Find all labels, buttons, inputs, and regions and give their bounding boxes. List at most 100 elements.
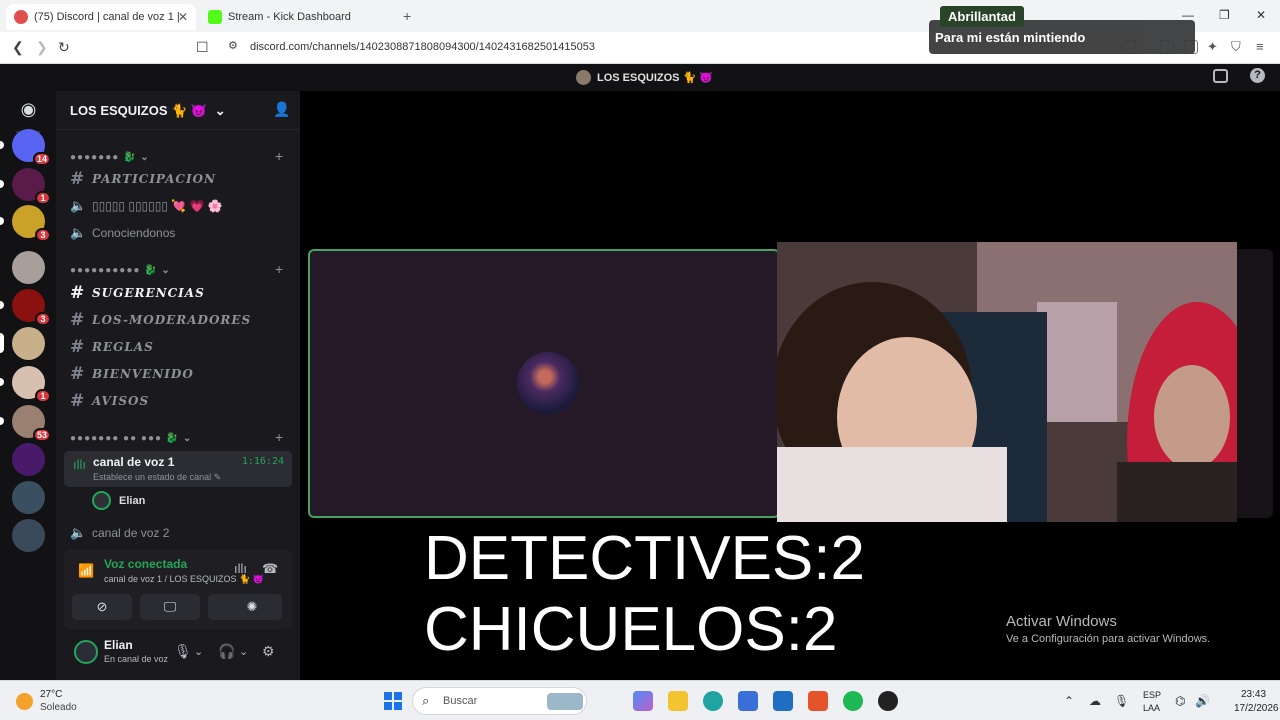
brave-icon[interactable] — [808, 691, 828, 711]
back-icon[interactable]: ❮ — [12, 39, 24, 56]
user-name[interactable]: Elian — [104, 638, 133, 652]
microphone-icon[interactable]: 🎙 — [174, 643, 192, 660]
server-icon-4[interactable] — [12, 251, 45, 284]
channel-avisos[interactable]: # AVISOS — [70, 390, 149, 412]
channel-los-moderadores[interactable]: # LOS-MODERADORES — [70, 309, 251, 331]
channel-label: SUGERENCIAS — [92, 286, 205, 300]
participant-tile-edge — [1237, 249, 1273, 518]
inbox-icon[interactable] — [1213, 69, 1228, 83]
guild-name: LOS ESQUIZOS 🐈 😈 — [70, 103, 208, 118]
chat-notification: Abrillantad Para mi están mintiendo — [929, 6, 1195, 54]
weather-temperature[interactable]: 27°C — [40, 689, 62, 700]
voice-user-entry[interactable]: Elian — [92, 491, 145, 510]
participant-tile[interactable] — [308, 249, 780, 518]
obs-icon[interactable] — [878, 691, 898, 711]
server-icon-2[interactable]: 1 — [0, 168, 51, 205]
server-icon-7[interactable]: 1 — [0, 366, 51, 403]
file-explorer-icon[interactable] — [668, 691, 688, 711]
guild-name-header[interactable]: LOS ESQUIZOS 🐈 😈 ⌄ — [70, 103, 226, 119]
channel-label: PARTICIPACION — [92, 172, 216, 186]
webcam-feed-image — [777, 242, 1237, 522]
volume-icon[interactable]: 🔊 — [1195, 694, 1210, 708]
channel-participacion[interactable]: # PARTICIPACION — [70, 168, 216, 190]
speaker-icon: 🔈 — [70, 225, 87, 240]
screen-share-button[interactable]: 🖵 — [140, 594, 200, 620]
add-channel-icon[interactable]: + — [275, 429, 283, 445]
disconnect-icon[interactable]: ☎ — [262, 561, 278, 577]
channel-sugerencias[interactable]: # SUGERENCIAS — [70, 282, 205, 304]
network-status-icon[interactable]: ☁ — [1089, 694, 1101, 708]
language-indicator[interactable]: ESP — [1143, 690, 1161, 700]
hash-icon: # — [70, 310, 86, 330]
voice-channel-timer: 1:16:24 — [241, 456, 284, 467]
microphone-tray-icon[interactable]: 🎙 — [1114, 694, 1129, 708]
wifi-icon[interactable]: ⌬ — [1175, 694, 1185, 708]
unread-pip — [0, 417, 4, 425]
category-header[interactable]: ●●●●●●● ●● ●●● 🐉 ⌄ — [70, 433, 192, 444]
sun-icon[interactable] — [16, 693, 33, 710]
forward-icon[interactable]: ❯ — [36, 39, 48, 56]
channel-citas[interactable]: 🔈 ▯▯▯▯▯ ▯▯▯▯▯▯ 💘 💗 🌸 — [70, 195, 223, 217]
hash-icon: # — [70, 283, 86, 303]
close-window-icon[interactable]: ✕ — [1256, 8, 1266, 22]
reload-icon[interactable]: ↻ — [58, 39, 70, 56]
category-header[interactable]: ●●●●●●● 🐉 ⌄ — [70, 152, 150, 163]
noise-suppression-icon[interactable]: ıllı — [234, 561, 247, 576]
edge-icon[interactable] — [703, 691, 723, 711]
channel-bienvenido[interactable]: # BIENVENIDO — [70, 363, 194, 385]
gear-icon[interactable]: ⚙ — [262, 643, 275, 660]
copilot-icon[interactable] — [633, 691, 653, 711]
ai-icon[interactable]: ✦ — [1207, 39, 1218, 55]
server-icon-9[interactable] — [12, 443, 45, 476]
taskbar-search[interactable]: ⌕ Buscar — [412, 687, 587, 715]
headphones-icon[interactable]: 🎧 — [218, 643, 235, 660]
server-icon-10[interactable] — [12, 481, 45, 514]
chevron-up-icon[interactable]: ⌃ — [1064, 694, 1074, 708]
camera-off-button[interactable]: ⊘ — [72, 594, 132, 620]
camera-tile[interactable] — [777, 242, 1237, 522]
server-icon-5[interactable]: 3 — [0, 289, 51, 326]
invite-icon[interactable]: 👤 — [273, 101, 290, 118]
home-discord-icon[interactable]: ◉ — [12, 93, 45, 126]
add-channel-icon[interactable]: + — [275, 261, 283, 277]
maximize-icon[interactable]: ❐ — [1219, 8, 1230, 22]
clock-time[interactable]: 23:43 — [1241, 689, 1266, 700]
taskbar: 27°C Soleado ⌕ Buscar ⌃ ☁ 🎙 ESP LAA ⌬ 🔊 … — [0, 680, 1280, 720]
server-icon-8[interactable]: 53 — [0, 405, 51, 442]
chevron-down-icon[interactable]: ⌄ — [194, 645, 203, 658]
participant-avatar — [517, 352, 579, 414]
channel-status-prompt[interactable]: Establece un estado de canal ✎ — [93, 472, 221, 483]
start-tile — [384, 692, 392, 700]
store-icon[interactable] — [738, 691, 758, 711]
help-icon[interactable]: ? — [1250, 68, 1265, 83]
start-button[interactable] — [384, 692, 402, 710]
soundboard-icon[interactable]: ✺ — [222, 594, 282, 620]
mention-badge: 3 — [35, 312, 51, 326]
channel-label: BIENVENIDO — [92, 367, 194, 381]
server-icon-1[interactable]: 14 — [0, 129, 51, 166]
tab-kick[interactable]: Stream - Kick Dashboard — [200, 4, 390, 30]
add-channel-icon[interactable]: + — [275, 148, 283, 164]
new-tab-icon[interactable]: + — [403, 8, 411, 24]
channel-conociendonos[interactable]: 🔈 Conociendonos — [70, 222, 175, 244]
channel-reglas[interactable]: # REGLAS — [70, 336, 154, 358]
server-icon-3[interactable]: 3 — [0, 205, 51, 242]
outlook-icon[interactable] — [773, 691, 793, 711]
voice-channel-active[interactable]: ıllı canal de voz 1 1:16:24 Establece un… — [64, 451, 292, 487]
close-icon[interactable]: ✕ — [178, 10, 188, 24]
menu-icon[interactable]: ≡ — [1256, 39, 1264, 54]
kick-favicon-icon — [208, 10, 222, 24]
shield-icon[interactable]: ⛉ — [1231, 39, 1241, 55]
site-settings-icon[interactable]: ⚙ — [228, 39, 238, 52]
server-icon-11[interactable] — [12, 519, 45, 552]
url-field[interactable]: discord.com/channels/1402308871808094300… — [250, 41, 595, 53]
channel-label: AVISOS — [92, 394, 150, 408]
tab-discord[interactable]: (75) Discord | canal de voz 1 | ✕ — [6, 4, 196, 30]
chevron-down-icon[interactable]: ⌄ — [239, 645, 248, 658]
bookmark-icon[interactable]: ☐ — [196, 39, 209, 56]
spotify-icon[interactable] — [843, 691, 863, 711]
avatar[interactable] — [74, 640, 98, 664]
channel-voz-2[interactable]: 🔈 canal de voz 2 — [70, 522, 169, 544]
server-icon-6[interactable] — [0, 327, 45, 360]
category-header[interactable]: ●●●●●●●●●● 🐉 ⌄ — [70, 265, 171, 276]
